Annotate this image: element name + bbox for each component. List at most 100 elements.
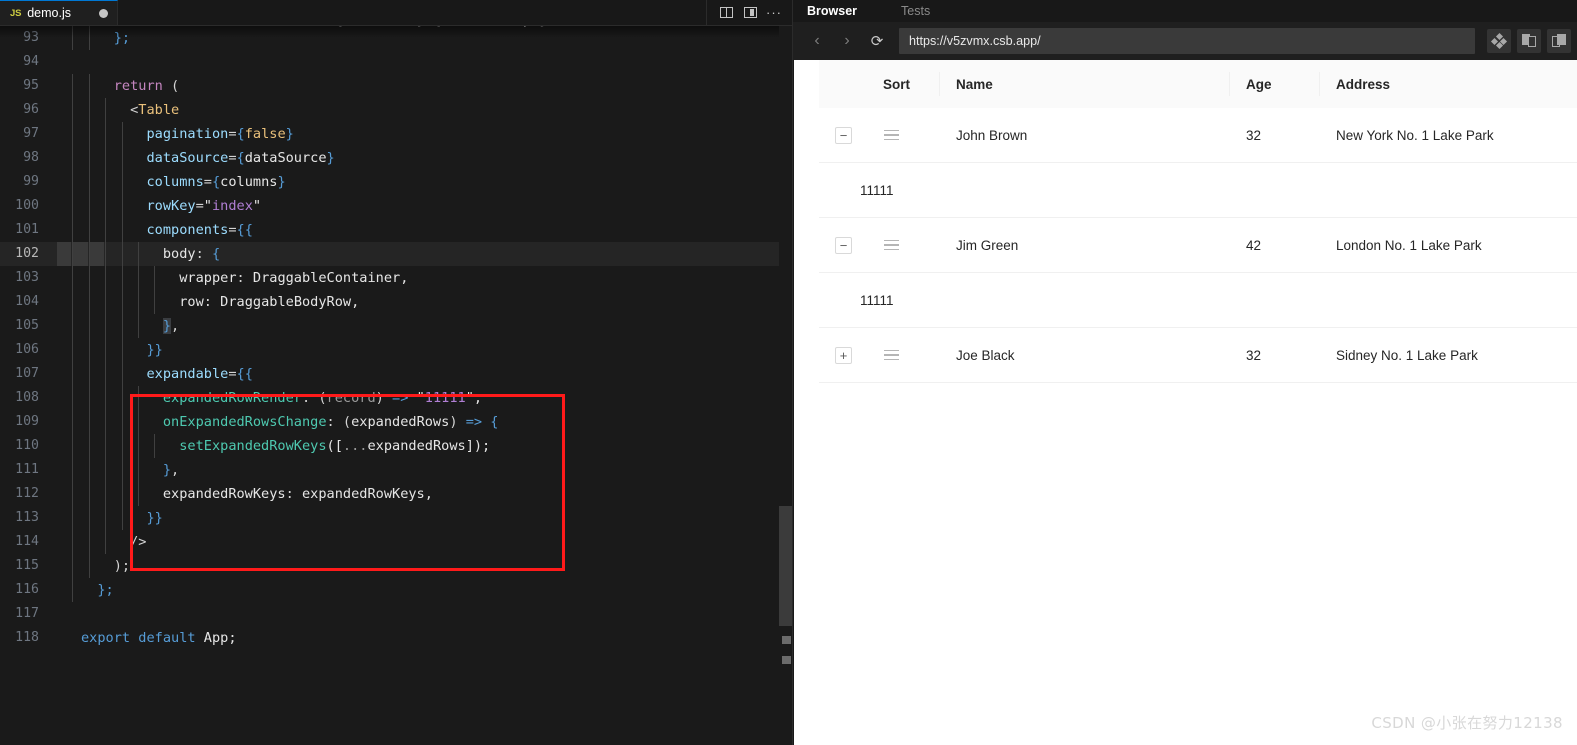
reload-icon[interactable]: ⟳ — [863, 28, 891, 54]
new-window-icon[interactable] — [1547, 29, 1571, 53]
indent-guide — [72, 410, 74, 434]
code-token: default — [138, 630, 196, 646]
indent-guide — [88, 122, 90, 146]
table-row[interactable]: + Joe Black 32 Sidney No. 1 Lake Park — [819, 328, 1577, 383]
table-row[interactable]: − Jim Green 42 London No. 1 Lake Park — [819, 218, 1577, 273]
code-line: 110 setExpandedRowKeys([...expandedRows]… — [0, 434, 793, 458]
tab-browser[interactable]: Browser — [807, 4, 857, 18]
th-age[interactable]: Age — [1229, 72, 1319, 96]
indent-guide — [121, 170, 123, 194]
editor-scrollbar-thumb[interactable] — [779, 506, 793, 626]
code-token: " — [416, 390, 425, 406]
indent-guide — [72, 218, 74, 242]
code-line: 112 expandedRowKeys: expandedRowKeys, — [0, 482, 793, 506]
rendered-page: Sort Name Age Address − John Brown 32 New Y… — [794, 60, 1577, 745]
sort-cell — [868, 349, 940, 361]
indent-guide — [88, 458, 90, 482]
address-cell: London No. 1 Lake Park — [1336, 237, 1482, 253]
code-token: } — [285, 126, 294, 142]
code-text: export default App; — [56, 626, 237, 650]
tab-filename: demo.js — [27, 6, 72, 20]
collapse-row-button[interactable]: − — [835, 126, 852, 144]
indent-guide — [72, 530, 74, 554]
split-window-icon[interactable] — [1517, 29, 1541, 53]
drag-handle-icon[interactable] — [884, 129, 899, 141]
editor-tab-demo-js[interactable]: JS demo.js — [0, 0, 118, 25]
indent-guide — [154, 266, 156, 290]
code-token: : — [285, 486, 302, 502]
split-editor-icon[interactable] — [715, 3, 737, 23]
more-actions-icon[interactable]: ··· — [763, 3, 785, 23]
code-token: => — [392, 390, 409, 406]
code-token: : — [203, 294, 221, 310]
code-token: expandedRowKeys, — [301, 486, 433, 502]
tab-tests[interactable]: Tests — [901, 4, 930, 18]
forward-icon[interactable]: › — [833, 28, 861, 54]
code-line: 115 ); — [0, 554, 793, 578]
indent-guide — [105, 338, 107, 362]
code-token: : — [236, 270, 253, 286]
indent-guide — [72, 290, 74, 314]
indent-guide — [88, 506, 90, 530]
indent-guide — [72, 146, 74, 170]
code-text: ); — [56, 554, 130, 578]
indent-guide — [88, 290, 90, 314]
code-line: 94 — [0, 50, 793, 74]
url-input[interactable]: https://v5zvmx.csb.app/ — [899, 28, 1475, 54]
indent-guide — [88, 314, 90, 338]
table-row[interactable]: − John Brown 32 New York No. 1 Lake Park — [819, 108, 1577, 163]
line-number: 98 — [23, 150, 39, 165]
code-token: /> — [130, 534, 147, 550]
drag-handle-icon[interactable] — [884, 239, 899, 251]
indent-guide — [121, 242, 123, 266]
code-token: return — [113, 78, 163, 94]
code-token: = — [195, 198, 204, 214]
code-token: components — [146, 222, 229, 238]
unsaved-changes-dot — [99, 8, 108, 18]
code-line: 96 <Table — [0, 98, 793, 122]
indent-guide — [88, 482, 90, 506]
indent-guide — [121, 506, 123, 530]
line-number: 100 — [15, 198, 39, 213]
code-token: columns — [146, 174, 204, 190]
code-text: }, — [56, 458, 179, 482]
code-token: { — [211, 246, 221, 262]
code-token: wrapper — [179, 270, 237, 286]
indent-guide — [72, 74, 74, 98]
browser-preview-pane: Browser Tests ‹ › ⟳ https://v5zvmx.csb.a… — [793, 0, 1577, 745]
indent-guide — [138, 458, 139, 482]
responsive-icon[interactable] — [1487, 29, 1511, 53]
indent-guide — [88, 362, 90, 386]
js-file-icon: JS — [10, 7, 22, 19]
indent-block — [57, 242, 72, 266]
code-token: {{ — [236, 222, 253, 238]
code-token: expandedRows — [351, 414, 450, 430]
collapse-row-button[interactable]: − — [835, 236, 852, 254]
th-name[interactable]: Name — [939, 72, 1229, 96]
code-text: }; — [56, 578, 114, 602]
editor-tab-actions: ··· — [706, 0, 793, 25]
code-token: pagination — [146, 126, 229, 142]
expand-row-button[interactable]: + — [835, 346, 852, 364]
th-sort[interactable]: Sort — [867, 72, 939, 96]
editor-scrollbar[interactable] — [779, 26, 793, 745]
indent-guide — [72, 338, 74, 362]
code-text: }} — [56, 338, 163, 362]
code-token: }; — [97, 582, 114, 598]
line-number: 96 — [23, 102, 39, 117]
code-content[interactable]: 92 return <element className={className}… — [0, 26, 793, 745]
drag-handle-icon[interactable] — [884, 349, 899, 361]
code-token: false — [244, 126, 286, 142]
indent-guide — [154, 290, 156, 314]
code-token: }; — [113, 30, 131, 46]
back-icon[interactable]: ‹ — [803, 28, 831, 54]
th-address[interactable]: Address — [1319, 72, 1577, 96]
code-text: }; — [56, 26, 130, 50]
indent-guide — [121, 362, 123, 386]
code-token: dataSource — [244, 150, 327, 166]
toggle-panel-icon[interactable] — [739, 3, 761, 23]
csdn-watermark: CSDN @小张在努力12138 — [1371, 714, 1563, 732]
indent-block — [73, 242, 88, 266]
indent-guide — [105, 146, 107, 170]
